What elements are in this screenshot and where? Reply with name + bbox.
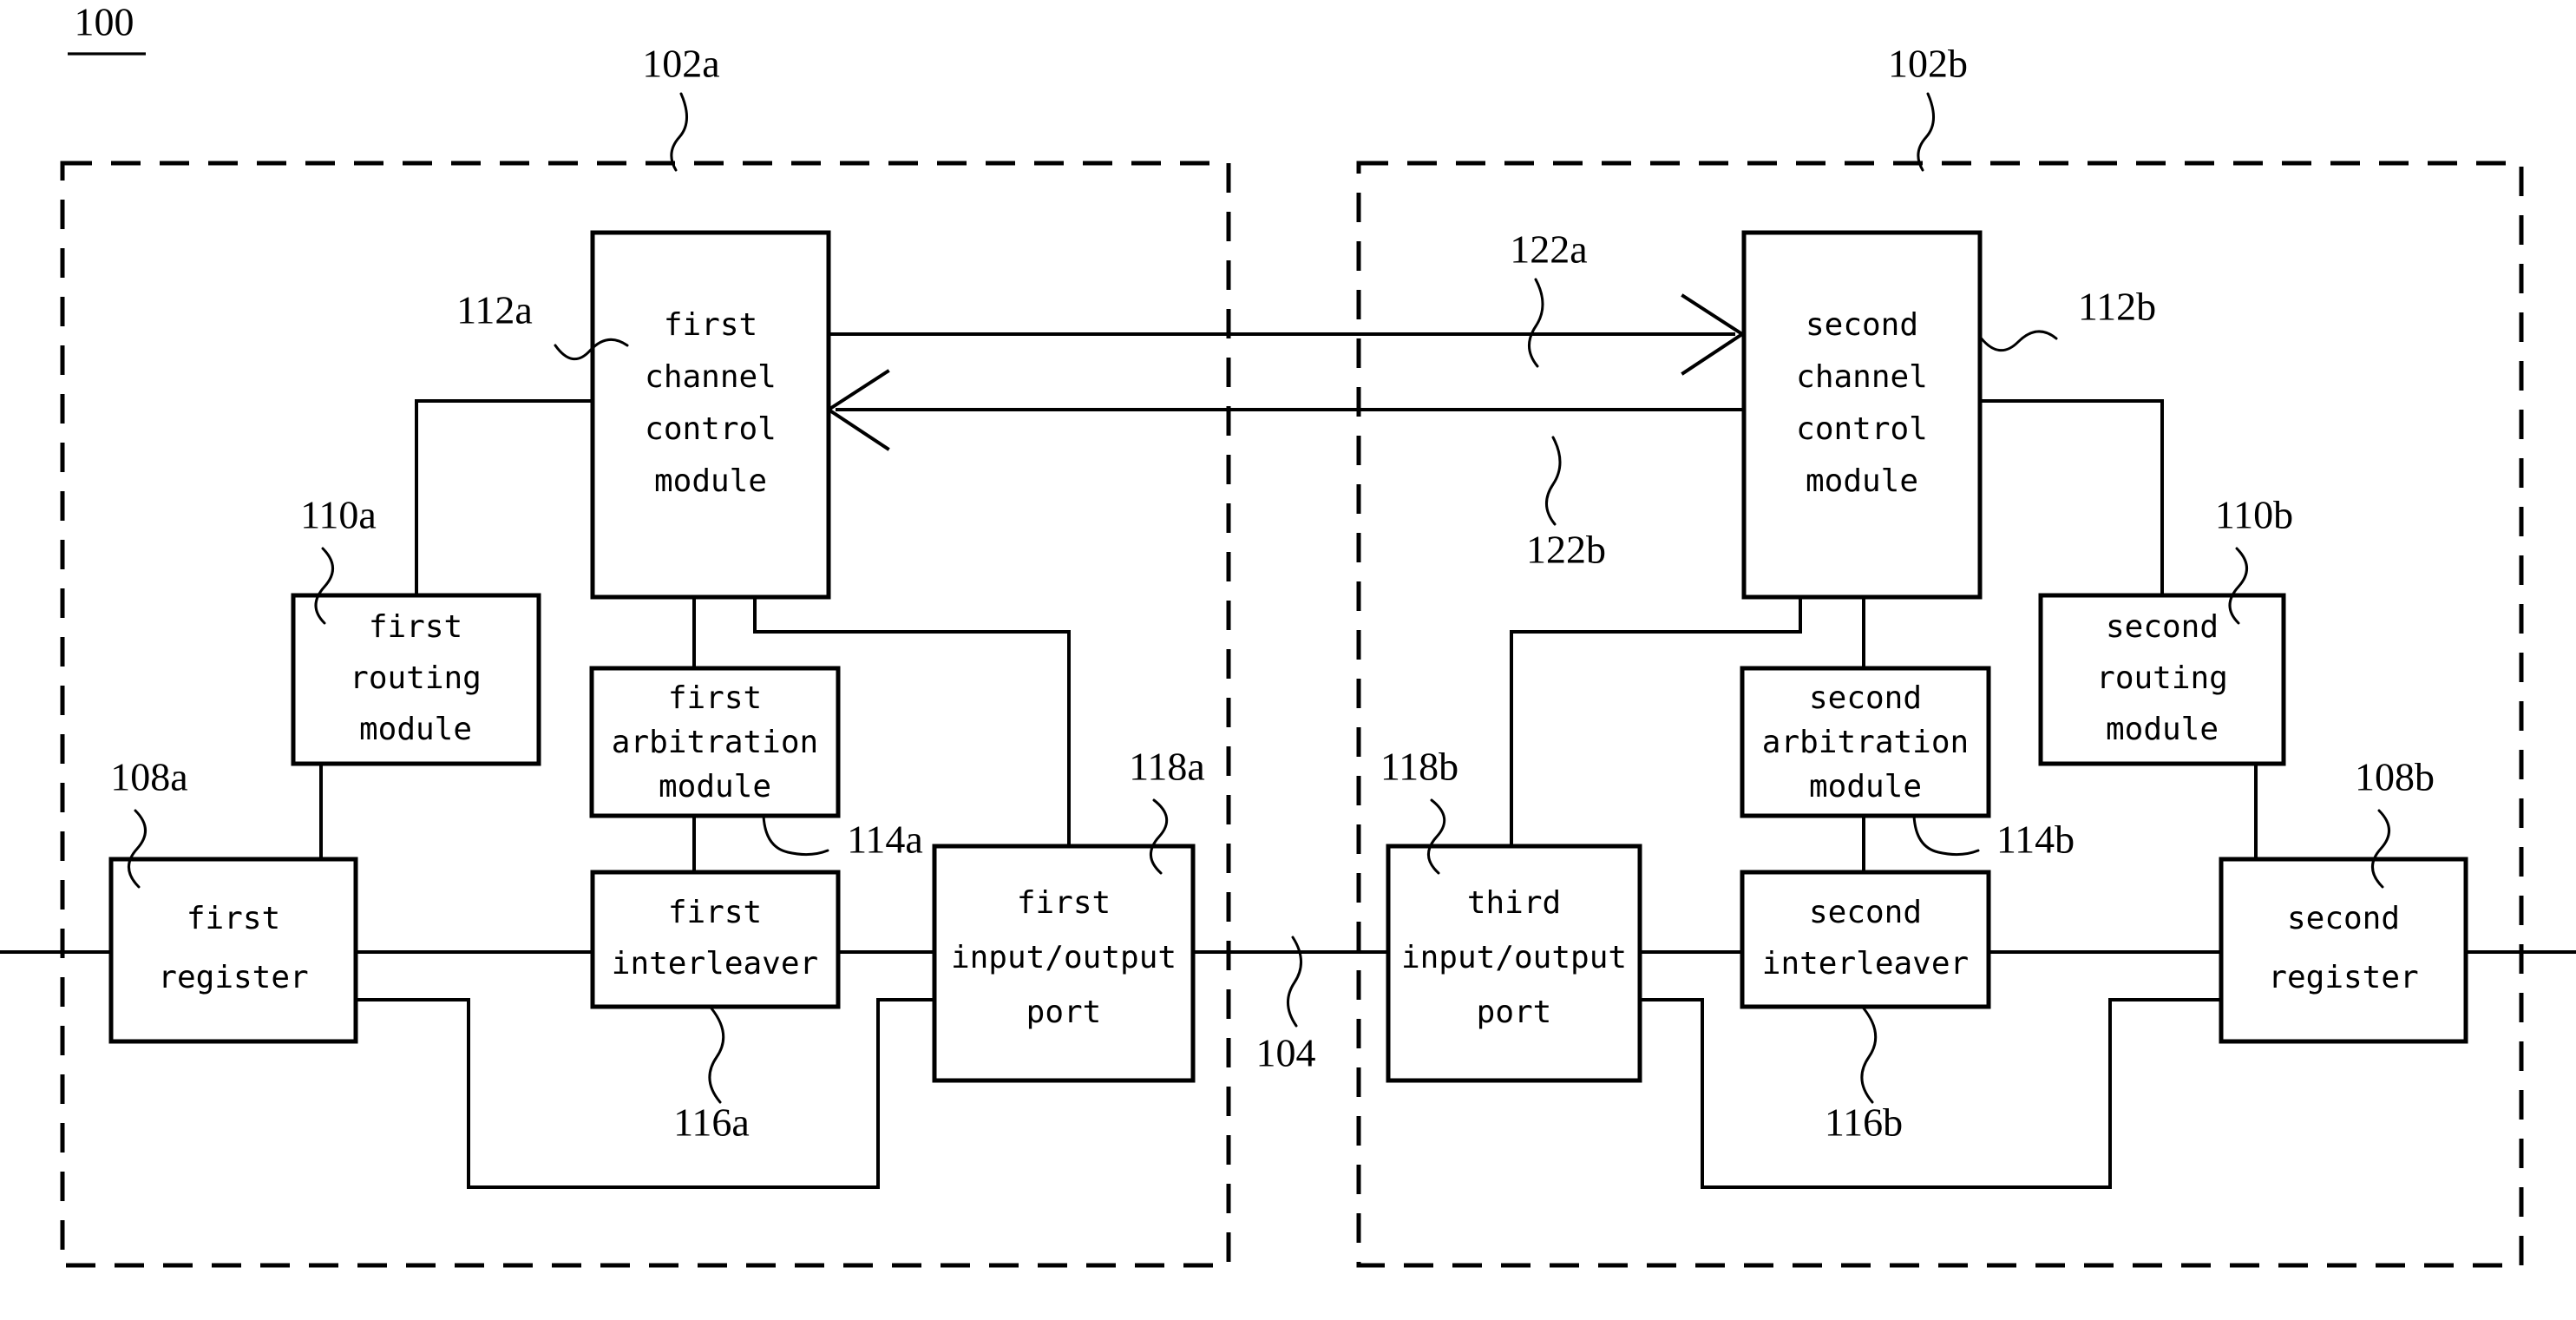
- wire-return-loop-a: [354, 998, 936, 1189]
- figure-id-label: 100: [75, 0, 134, 44]
- block-label-arbitration-b-line-0: second: [1809, 680, 1922, 716]
- block-label-io-a-line-1: input/output: [951, 940, 1177, 975]
- ref-114a: 114a: [847, 818, 923, 862]
- leader-116b: [1860, 1007, 1878, 1104]
- block-label-ccm-b-line-1: channel: [1796, 359, 1928, 395]
- block-label-arbitration-a-line-2: module: [659, 769, 771, 804]
- block-rect-interleaver-a[interactable]: [590, 870, 841, 1009]
- block-label-register-a-line-0: first: [187, 901, 280, 936]
- block-second-arbitration-module[interactable]: second arbitration module: [1740, 666, 1991, 818]
- ref-122a: 122a: [1510, 227, 1587, 272]
- block-first-routing-module[interactable]: first routing module: [291, 593, 541, 766]
- block-third-input-output-port[interactable]: third input/output port: [1386, 844, 1642, 1083]
- ref-118b: 118b: [1380, 745, 1458, 789]
- block-label-arbitration-b-line-1: arbitration: [1762, 725, 1969, 760]
- block-label-io-a-line-2: port: [1026, 995, 1102, 1030]
- ref-112a: 112a: [456, 288, 533, 332]
- diagram-canvas: 100 102a 102b 104 122a 122b first channe…: [0, 0, 2576, 1268]
- ref-116b: 116b: [1825, 1100, 1903, 1145]
- block-label-routing-b-line-2: module: [2106, 712, 2219, 747]
- block-label-interleaver-a-line-0: first: [668, 895, 762, 930]
- block-first-arbitration-module[interactable]: first arbitration module: [589, 666, 841, 818]
- block-rect-interleaver-b[interactable]: [1740, 870, 1991, 1009]
- leader-114a: [762, 814, 829, 857]
- block-label-ccm-a-line-0: first: [664, 307, 757, 343]
- block-label-ccm-b-line-3: module: [1806, 463, 1918, 499]
- wire-ccm-a-to-routing-a: [415, 399, 594, 597]
- block-first-input-output-port[interactable]: first input/output port: [932, 844, 1196, 1083]
- block-label-ccm-b-line-0: second: [1806, 307, 1918, 343]
- block-second-register[interactable]: second register: [2219, 857, 2468, 1044]
- ref-116a: 116a: [673, 1100, 750, 1145]
- block-label-io-b-line-2: port: [1477, 995, 1552, 1030]
- block-label-interleaver-b-line-0: second: [1809, 895, 1922, 930]
- block-label-routing-a-line-1: routing: [350, 660, 482, 696]
- block-label-io-b-line-0: third: [1467, 885, 1561, 921]
- block-label-interleaver-b-line-1: interleaver: [1762, 946, 1969, 982]
- block-label-arbitration-a-line-1: arbitration: [612, 725, 818, 760]
- leader-114b: [1912, 814, 1980, 857]
- block-label-register-a-line-1: register: [158, 960, 308, 995]
- ref-108b: 108b: [2355, 755, 2435, 799]
- block-label-ccm-a-line-2: control: [645, 411, 777, 447]
- leader-102b: [1917, 92, 1935, 172]
- ref-110b: 110b: [2215, 493, 2293, 537]
- block-label-ccm-b-line-2: control: [1796, 411, 1928, 447]
- block-label-interleaver-a-line-1: interleaver: [612, 946, 818, 982]
- wire-ccm-b-to-routing-b: [1978, 399, 2164, 597]
- leader-112b: [1978, 330, 2058, 351]
- ref-102b: 102b: [1888, 42, 1968, 86]
- block-first-interleaver[interactable]: first interleaver: [590, 870, 841, 1009]
- block-rect-register-a[interactable]: [108, 857, 358, 1044]
- block-label-routing-a-line-2: module: [359, 712, 472, 747]
- block-first-channel-control-module[interactable]: first channel control module: [590, 230, 831, 600]
- block-label-routing-a-line-0: first: [369, 609, 462, 645]
- block-second-interleaver[interactable]: second interleaver: [1740, 870, 1991, 1009]
- ref-118a: 118a: [1129, 745, 1205, 789]
- block-second-channel-control-module[interactable]: second channel control module: [1741, 230, 1983, 600]
- ref-104: 104: [1256, 1031, 1316, 1075]
- ref-122b: 122b: [1526, 528, 1606, 572]
- wire-return-loop-b: [1638, 998, 2223, 1189]
- block-label-ccm-a-line-3: module: [654, 463, 767, 499]
- leader-102a: [670, 92, 688, 172]
- ref-102a: 102a: [642, 42, 719, 86]
- block-label-routing-b-line-1: routing: [2096, 660, 2228, 696]
- block-label-register-b-line-1: register: [2268, 960, 2418, 995]
- ref-108a: 108a: [110, 755, 187, 799]
- block-label-routing-b-line-0: second: [2106, 609, 2219, 645]
- block-label-io-a-line-0: first: [1017, 885, 1111, 921]
- ref-114b: 114b: [1996, 818, 2075, 862]
- leader-116a: [708, 1007, 725, 1104]
- ref-110a: 110a: [300, 493, 377, 537]
- block-label-arbitration-b-line-2: module: [1809, 769, 1922, 804]
- block-label-arbitration-a-line-0: first: [668, 680, 762, 716]
- block-label-ccm-a-line-1: channel: [645, 359, 777, 395]
- block-second-routing-module[interactable]: second routing module: [2038, 593, 2286, 766]
- ref-112b: 112b: [2078, 285, 2156, 329]
- block-first-register[interactable]: first register: [108, 857, 358, 1044]
- leader-122a: [1528, 278, 1544, 368]
- leader-122b: [1545, 436, 1562, 526]
- block-label-register-b-line-0: second: [2287, 901, 2400, 936]
- patent-figure: 100 102a 102b 104 122a 122b first channe…: [0, 0, 2576, 1320]
- block-label-io-b-line-1: input/output: [1401, 940, 1627, 975]
- block-rect-register-b[interactable]: [2219, 857, 2468, 1044]
